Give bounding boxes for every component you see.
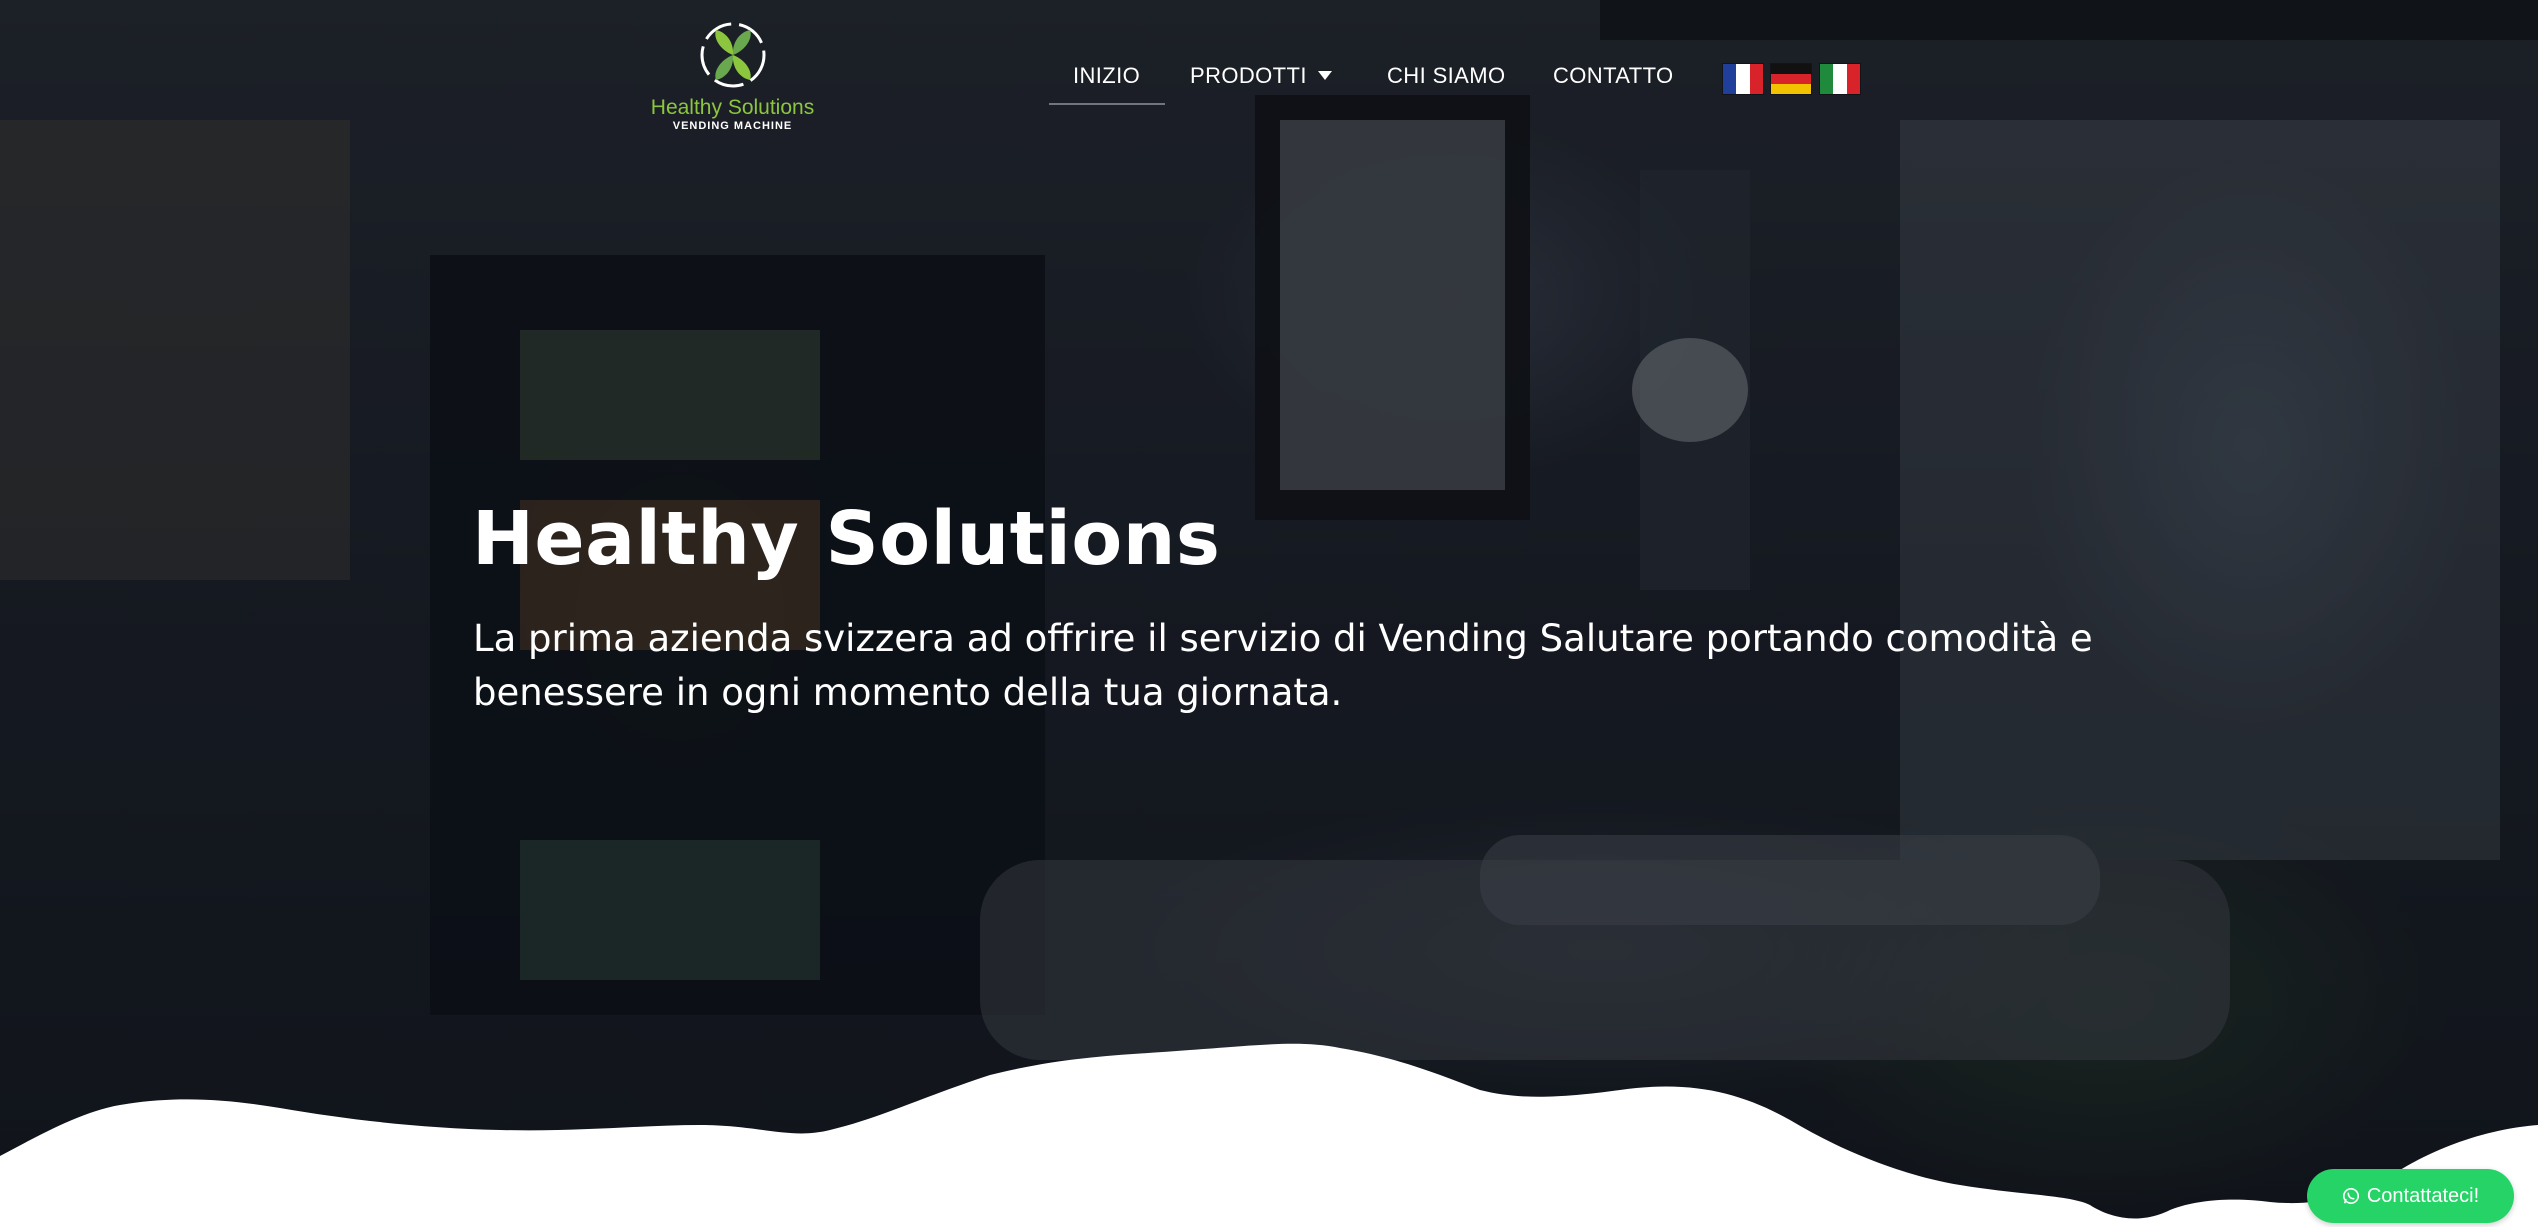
whatsapp-icon bbox=[2342, 1187, 2359, 1205]
chevron-down-icon[interactable] bbox=[1318, 71, 1332, 80]
nav-active-indicator bbox=[1049, 103, 1165, 105]
hero-subtitle: La prima azienda svizzera ad offrire il … bbox=[473, 617, 2093, 714]
logo-tagline: VENDING MACHINE bbox=[672, 120, 793, 132]
site-logo[interactable]: Healthy Solutions VENDING MACHINE bbox=[640, 18, 825, 138]
site-header: Healthy Solutions VENDING MACHINE INIZIO… bbox=[0, 0, 2538, 160]
nav-item-contatto[interactable]: CONTATTO bbox=[1553, 63, 1674, 89]
whatsapp-contact-button[interactable]: Contattateci! bbox=[2307, 1169, 2514, 1223]
france-flag-icon[interactable] bbox=[1723, 64, 1763, 94]
whatsapp-button-label: Contattateci! bbox=[2366, 1184, 2480, 1207]
leaf-logo-icon bbox=[700, 22, 766, 88]
nav-item-prodotti[interactable]: PRODOTTI bbox=[1190, 63, 1307, 89]
germany-flag-icon[interactable] bbox=[1771, 64, 1811, 94]
italy-flag-icon[interactable] bbox=[1820, 64, 1860, 94]
nav-item-inizio[interactable]: INIZIO bbox=[1073, 63, 1140, 89]
nav-item-chi-siamo[interactable]: CHI SIAMO bbox=[1387, 63, 1506, 89]
hero-title: Healthy Solutions bbox=[472, 496, 1221, 582]
logo-brand-name: Healthy Solutions bbox=[650, 96, 815, 119]
